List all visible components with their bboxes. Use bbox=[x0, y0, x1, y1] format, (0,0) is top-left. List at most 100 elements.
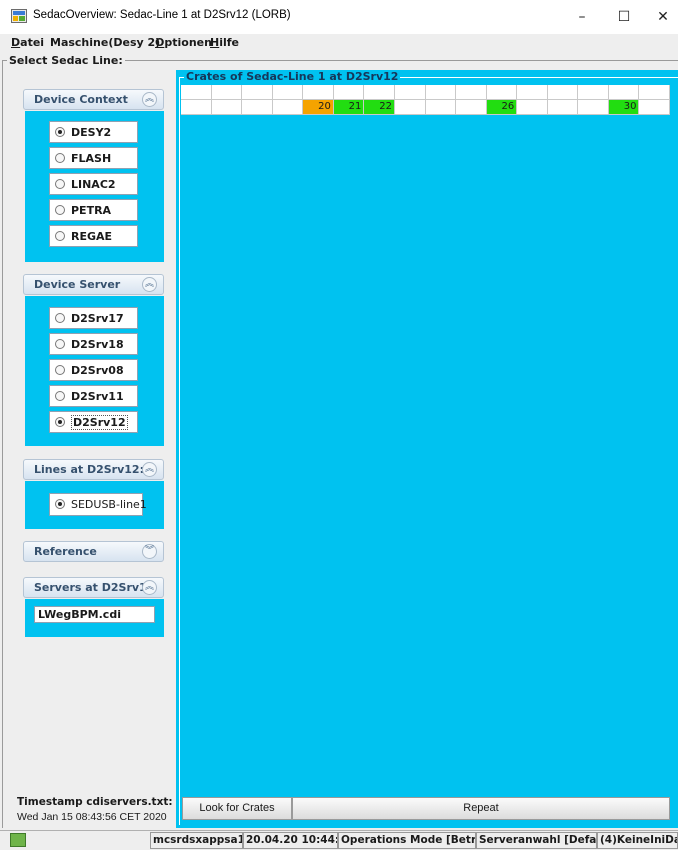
radio-regae[interactable]: REGAE bbox=[49, 225, 138, 247]
status-mode: Operations Mode [Betrieb] bbox=[338, 832, 476, 849]
radio-selected-icon bbox=[55, 127, 65, 137]
radio-unselected-icon bbox=[55, 231, 65, 241]
crate-number: 30 bbox=[623, 101, 637, 112]
crate-cell-top[interactable] bbox=[547, 85, 579, 100]
status-datetime: 20.04.20 10:44:53 bbox=[243, 832, 338, 849]
radio-sedusb-line1[interactable]: SEDUSB-line1 bbox=[49, 493, 147, 516]
crate-number: 21 bbox=[348, 101, 362, 112]
radio-unselected-icon bbox=[55, 313, 65, 323]
crate-cell[interactable] bbox=[547, 100, 579, 115]
reference-header[interactable]: Reference ︾ bbox=[23, 541, 164, 562]
menu-maschine[interactable]: Maschine(Desy 2) bbox=[50, 36, 160, 49]
lines-header[interactable]: Lines at D2Srv12: ︽ bbox=[23, 459, 164, 480]
window-title: SedacOverview: Sedac-Line 1 at D2Srv12 (… bbox=[33, 9, 291, 21]
timestamp-value: Wed Jan 15 08:43:56 CET 2020 bbox=[17, 811, 167, 823]
radio-unselected-icon bbox=[55, 153, 65, 163]
status-host: mcsrdsxappsa19 bbox=[150, 832, 243, 849]
device-server-title: Device Server bbox=[34, 278, 121, 291]
crate-cell[interactable]: 21 bbox=[333, 100, 365, 115]
radio-desy2[interactable]: DESY2 bbox=[49, 121, 138, 143]
device-server-header[interactable]: Device Server ︽ bbox=[23, 274, 164, 295]
status-icon bbox=[10, 833, 26, 847]
crate-cell[interactable] bbox=[272, 100, 304, 115]
server-list-item[interactable]: LWegBPM.cdi bbox=[34, 606, 155, 623]
crate-cell-top[interactable] bbox=[303, 85, 334, 100]
device-context-title: Device Context bbox=[34, 93, 128, 106]
device-context-body: DESY2 FLASH LINAC2 PETRA REGAE bbox=[25, 111, 164, 262]
crates-title: Crates of Sedac-Line 1 at D2Srv12 bbox=[184, 70, 401, 83]
radio-d2srv08[interactable]: D2Srv08 bbox=[49, 359, 138, 381]
status-ini: (4)KeineIniDate bbox=[597, 832, 678, 849]
menu-optionen[interactable]: Optionen bbox=[155, 36, 212, 49]
radio-flash[interactable]: FLASH bbox=[49, 147, 138, 169]
crate-cell[interactable]: 22 bbox=[364, 100, 395, 115]
crate-cell[interactable] bbox=[181, 100, 212, 115]
app-icon bbox=[11, 9, 27, 23]
collapse-up-icon[interactable]: ︽ bbox=[142, 92, 157, 107]
radio-d2srv17[interactable]: D2Srv17 bbox=[49, 307, 138, 329]
menu-datei[interactable]: Datei bbox=[11, 36, 44, 49]
crate-cell-top[interactable] bbox=[486, 85, 518, 100]
crate-cell-top[interactable] bbox=[425, 85, 457, 100]
crate-number: 22 bbox=[379, 101, 392, 112]
device-server-body: D2Srv17 D2Srv18 D2Srv08 D2Srv11 D2Srv12 bbox=[25, 296, 164, 446]
timestamp-label: Timestamp cdiservers.txt: bbox=[17, 796, 173, 808]
crate-cell-top[interactable] bbox=[242, 85, 273, 100]
servers-header[interactable]: Servers at D2Srv12 ︽ bbox=[23, 577, 164, 598]
expand-down-icon[interactable]: ︾ bbox=[142, 544, 157, 559]
crate-cell-top[interactable] bbox=[608, 85, 640, 100]
crate-cell-top[interactable] bbox=[578, 85, 609, 100]
crate-cell-top[interactable] bbox=[333, 85, 365, 100]
crate-cell-top[interactable] bbox=[456, 85, 487, 100]
crate-cell[interactable] bbox=[578, 100, 609, 115]
crate-cell[interactable] bbox=[394, 100, 426, 115]
radio-selected-icon bbox=[55, 417, 65, 427]
minimize-icon: – bbox=[578, 9, 586, 25]
collapse-up-icon[interactable]: ︽ bbox=[142, 277, 157, 292]
crate-cell[interactable]: 20 bbox=[303, 100, 334, 115]
crate-cell-top[interactable] bbox=[211, 85, 243, 100]
crate-cell-top[interactable] bbox=[639, 85, 670, 100]
radio-petra[interactable]: PETRA bbox=[49, 199, 138, 221]
look-for-crates-button[interactable]: Look for Crates bbox=[182, 797, 292, 820]
crate-cell-top[interactable] bbox=[364, 85, 395, 100]
crate-cell-top[interactable] bbox=[517, 85, 548, 100]
crate-cell[interactable] bbox=[517, 100, 548, 115]
radio-unselected-icon bbox=[55, 339, 65, 349]
minimize-button[interactable]: – bbox=[562, 4, 602, 30]
crate-cell-top[interactable] bbox=[272, 85, 304, 100]
radio-selected-icon bbox=[55, 499, 65, 509]
crate-cell[interactable]: 26 bbox=[486, 100, 518, 115]
crate-number: 20 bbox=[318, 101, 331, 112]
reference-title: Reference bbox=[34, 545, 97, 558]
crate-cell[interactable]: 30 bbox=[608, 100, 640, 115]
crate-cell[interactable] bbox=[639, 100, 670, 115]
radio-linac2[interactable]: LINAC2 bbox=[49, 173, 138, 195]
device-context-header[interactable]: Device Context ︽ bbox=[23, 89, 164, 110]
radio-d2srv18[interactable]: D2Srv18 bbox=[49, 333, 138, 355]
crate-cell[interactable] bbox=[211, 100, 243, 115]
radio-d2srv12[interactable]: D2Srv12 bbox=[49, 411, 138, 433]
maximize-icon: ☐ bbox=[617, 9, 631, 25]
status-serveranwahl: Serveranwahl [Default] bbox=[476, 832, 597, 849]
repeat-button[interactable]: Repeat bbox=[292, 797, 670, 820]
radio-unselected-icon bbox=[55, 365, 65, 375]
crate-cell[interactable] bbox=[425, 100, 457, 115]
select-sedac-line-label: Select Sedac Line: bbox=[7, 54, 125, 67]
crate-grid: 20 21 22 26 30 bbox=[181, 85, 670, 115]
lines-title: Lines at D2Srv12: bbox=[34, 463, 144, 476]
crate-number: 26 bbox=[501, 101, 515, 112]
maximize-button[interactable]: ☐ bbox=[604, 4, 644, 30]
menu-hilfe[interactable]: Hilfe bbox=[210, 36, 239, 49]
crate-cell[interactable] bbox=[242, 100, 273, 115]
servers-body: LWegBPM.cdi bbox=[25, 599, 164, 637]
crate-cell-top[interactable] bbox=[181, 85, 212, 100]
lines-body: SEDUSB-line1 bbox=[25, 481, 164, 529]
radio-d2srv11[interactable]: D2Srv11 bbox=[49, 385, 138, 407]
collapse-up-icon[interactable]: ︽ bbox=[142, 462, 157, 477]
crates-group-border bbox=[179, 77, 678, 825]
close-button[interactable]: ✕ bbox=[643, 4, 678, 30]
crate-cell-top[interactable] bbox=[394, 85, 426, 100]
crate-cell[interactable] bbox=[456, 100, 487, 115]
collapse-up-icon[interactable]: ︽ bbox=[142, 580, 157, 595]
